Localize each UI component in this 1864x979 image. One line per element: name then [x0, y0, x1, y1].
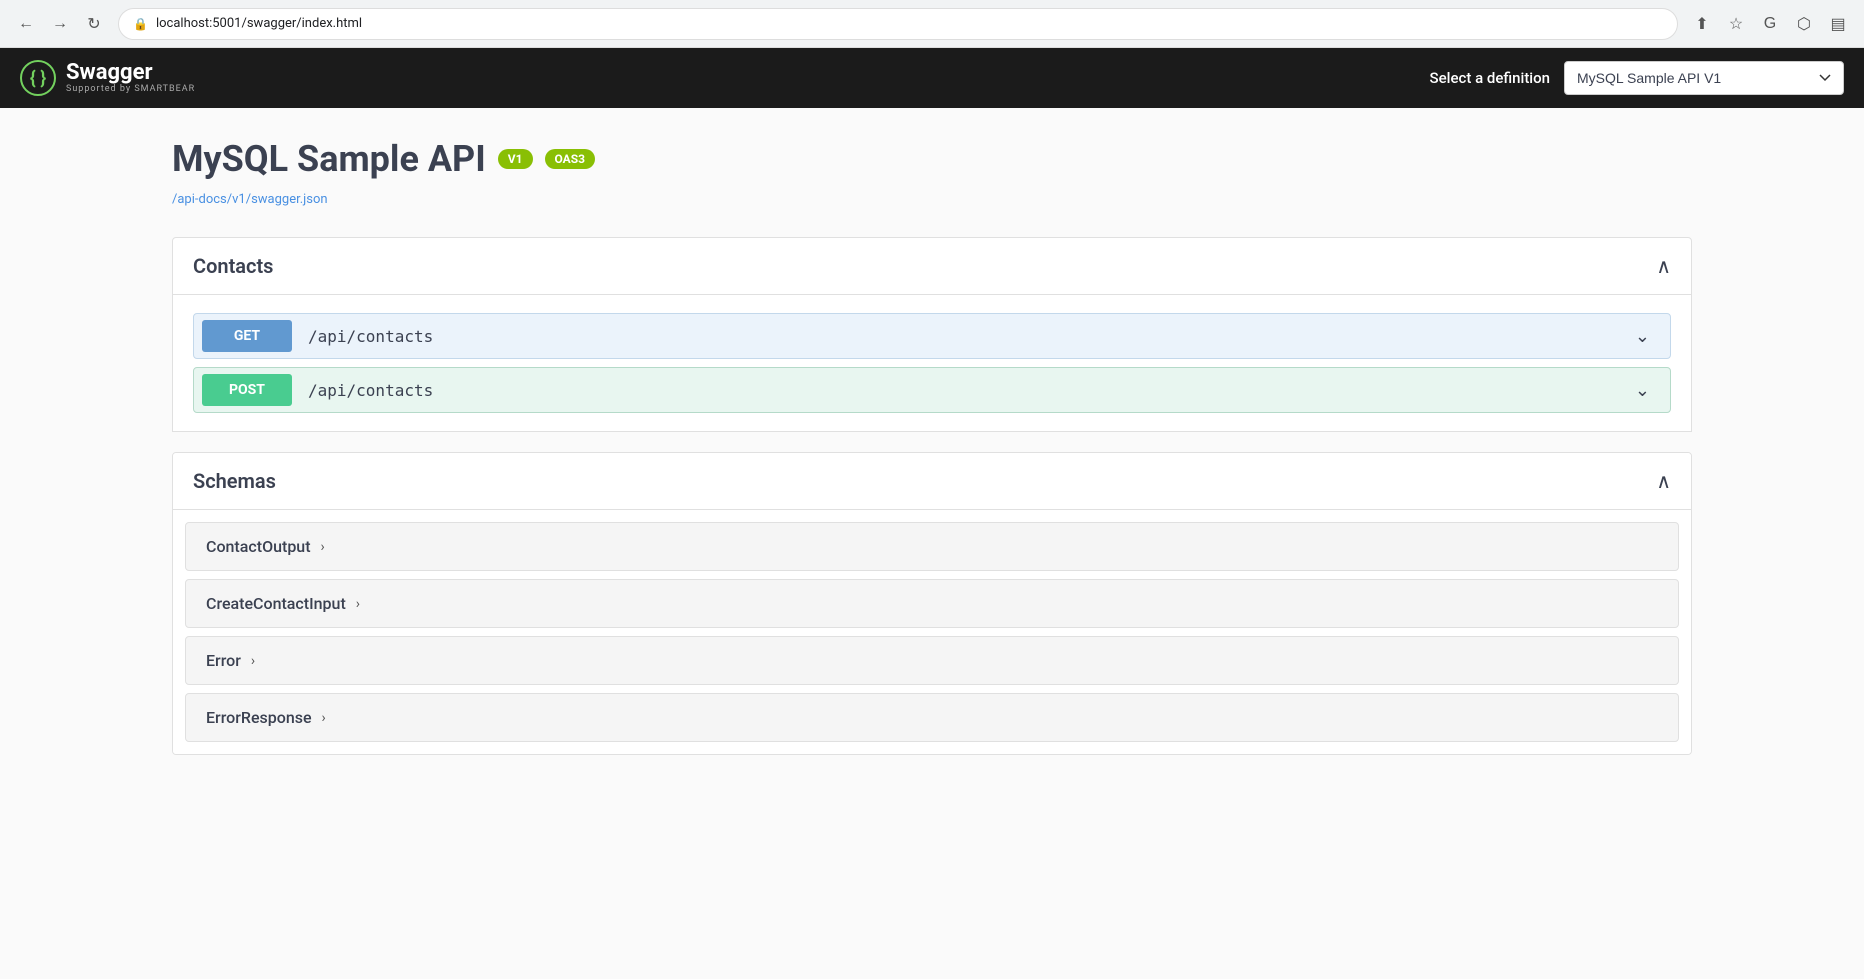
share-button[interactable]: ⬆ [1688, 10, 1716, 38]
forward-button[interactable]: → [46, 10, 74, 38]
endpoint-row-post-contacts[interactable]: POST /api/contacts ⌄ [193, 367, 1671, 413]
schemas-section-body: ContactOutput › CreateContactInput › Err… [173, 510, 1691, 754]
badge-v1: V1 [498, 149, 533, 169]
swagger-sub: Supported by SMARTBEAR [66, 84, 195, 94]
schema-item-contact-output[interactable]: ContactOutput › [185, 522, 1679, 571]
swagger-logo: { } Swagger Supported by SMARTBEAR [20, 60, 195, 96]
schemas-section-header[interactable]: Schemas ∧ [173, 453, 1691, 510]
schemas-section-title: Schemas [193, 469, 276, 493]
browser-actions: ⬆ ☆ G ⬡ ▤ [1688, 10, 1852, 38]
schema-name-create-contact-input: CreateContactInput [206, 594, 346, 613]
contacts-section-body: GET /api/contacts ⌄ POST /api/contacts ⌄ [172, 295, 1692, 432]
contacts-section-header[interactable]: Contacts ∧ [172, 237, 1692, 295]
bookmark-button[interactable]: ☆ [1722, 10, 1750, 38]
browser-controls: ← → ↻ [12, 10, 108, 38]
api-title-row: MySQL Sample API V1 OAS3 [172, 138, 1692, 180]
api-link[interactable]: /api-docs/v1/swagger.json [172, 192, 328, 207]
get-endpoint-path: /api/contacts [300, 317, 1615, 356]
swagger-name: Swagger [66, 62, 195, 84]
schema-chevron-error-icon: › [251, 653, 255, 669]
schema-name-error-response: ErrorResponse [206, 708, 312, 727]
swagger-content: MySQL Sample API V1 OAS3 /api-docs/v1/sw… [132, 108, 1732, 785]
lock-icon: 🔒 [133, 17, 148, 31]
swagger-logo-text: Swagger Supported by SMARTBEAR [66, 62, 195, 94]
endpoint-row-get-contacts[interactable]: GET /api/contacts ⌄ [193, 313, 1671, 359]
post-endpoint-chevron-icon: ⌄ [1615, 370, 1670, 411]
definition-select[interactable]: MySQL Sample API V1 [1564, 61, 1844, 95]
schema-chevron-create-contact-input-icon: › [356, 596, 360, 612]
contacts-section: Contacts ∧ GET /api/contacts ⌄ POST /api… [172, 237, 1692, 432]
get-method-badge: GET [202, 320, 292, 352]
schema-name-error: Error [206, 651, 241, 670]
definition-label: Select a definition [1430, 69, 1550, 87]
post-endpoint-path: /api/contacts [300, 371, 1615, 410]
schema-item-error[interactable]: Error › [185, 636, 1679, 685]
sidebar-toggle-button[interactable]: ▤ [1824, 10, 1852, 38]
swagger-definition: Select a definition MySQL Sample API V1 [1430, 61, 1844, 95]
schema-item-create-contact-input[interactable]: CreateContactInput › [185, 579, 1679, 628]
extensions-button[interactable]: ⬡ [1790, 10, 1818, 38]
browser-chrome: ← → ↻ 🔒 localhost:5001/swagger/index.htm… [0, 0, 1864, 48]
translate-button[interactable]: G [1756, 10, 1784, 38]
schema-name-contact-output: ContactOutput [206, 537, 311, 556]
badge-oas3: OAS3 [545, 149, 596, 169]
address-bar[interactable]: 🔒 localhost:5001/swagger/index.html [118, 8, 1678, 40]
schemas-chevron-icon: ∧ [1656, 469, 1671, 493]
schemas-section: Schemas ∧ ContactOutput › CreateContactI… [172, 452, 1692, 755]
post-method-badge: POST [202, 374, 292, 406]
contacts-section-title: Contacts [193, 254, 273, 278]
reload-button[interactable]: ↻ [80, 10, 108, 38]
swagger-logo-icon: { } [20, 60, 56, 96]
back-button[interactable]: ← [12, 10, 40, 38]
schema-chevron-contact-output-icon: › [321, 539, 325, 555]
swagger-navbar: { } Swagger Supported by SMARTBEAR Selec… [0, 48, 1864, 108]
contacts-chevron-icon: ∧ [1656, 254, 1671, 278]
schema-item-error-response[interactable]: ErrorResponse › [185, 693, 1679, 742]
url-text: localhost:5001/swagger/index.html [156, 16, 362, 31]
api-title-section: MySQL Sample API V1 OAS3 /api-docs/v1/sw… [172, 138, 1692, 207]
schema-chevron-error-response-icon: › [322, 710, 326, 726]
get-endpoint-chevron-icon: ⌄ [1615, 316, 1670, 357]
api-title: MySQL Sample API [172, 138, 486, 180]
